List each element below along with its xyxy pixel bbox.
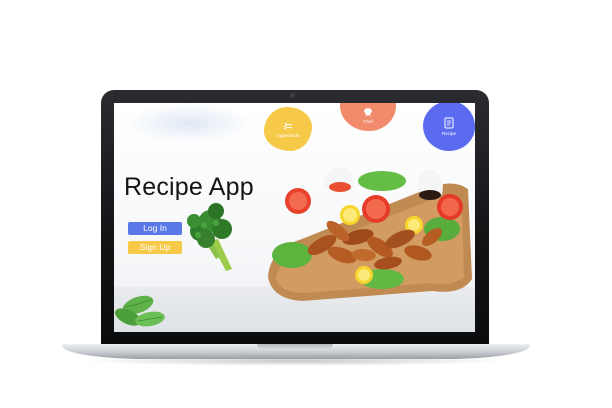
ingredients-icon	[283, 122, 293, 129]
category-recipe[interactable]: Recipe	[423, 103, 475, 151]
signup-button[interactable]: Sign Up	[128, 241, 182, 254]
category-ingredients[interactable]: Ingredients	[264, 107, 312, 151]
webcam	[290, 93, 295, 98]
app-title: Recipe App	[124, 173, 254, 201]
broccoli-image	[187, 203, 232, 271]
login-button[interactable]: Log In	[128, 222, 182, 235]
app-screen: Ingredients Chef Recipe Recipe App Log I…	[114, 103, 475, 332]
mint-leaves-image	[114, 295, 165, 327]
category-chef[interactable]: Chef	[340, 103, 396, 131]
category-label: Chef	[363, 118, 373, 124]
laptop-notch	[257, 344, 333, 350]
background-wash	[124, 103, 254, 143]
category-label: Recipe	[441, 130, 456, 136]
stage: Ingredients Chef Recipe Recipe App Log I…	[0, 0, 612, 408]
category-label: Ingredients	[276, 132, 300, 138]
chef-hat-icon	[364, 107, 372, 115]
recipe-book-icon	[444, 117, 454, 128]
chicken-wings-platter-image	[268, 167, 472, 301]
